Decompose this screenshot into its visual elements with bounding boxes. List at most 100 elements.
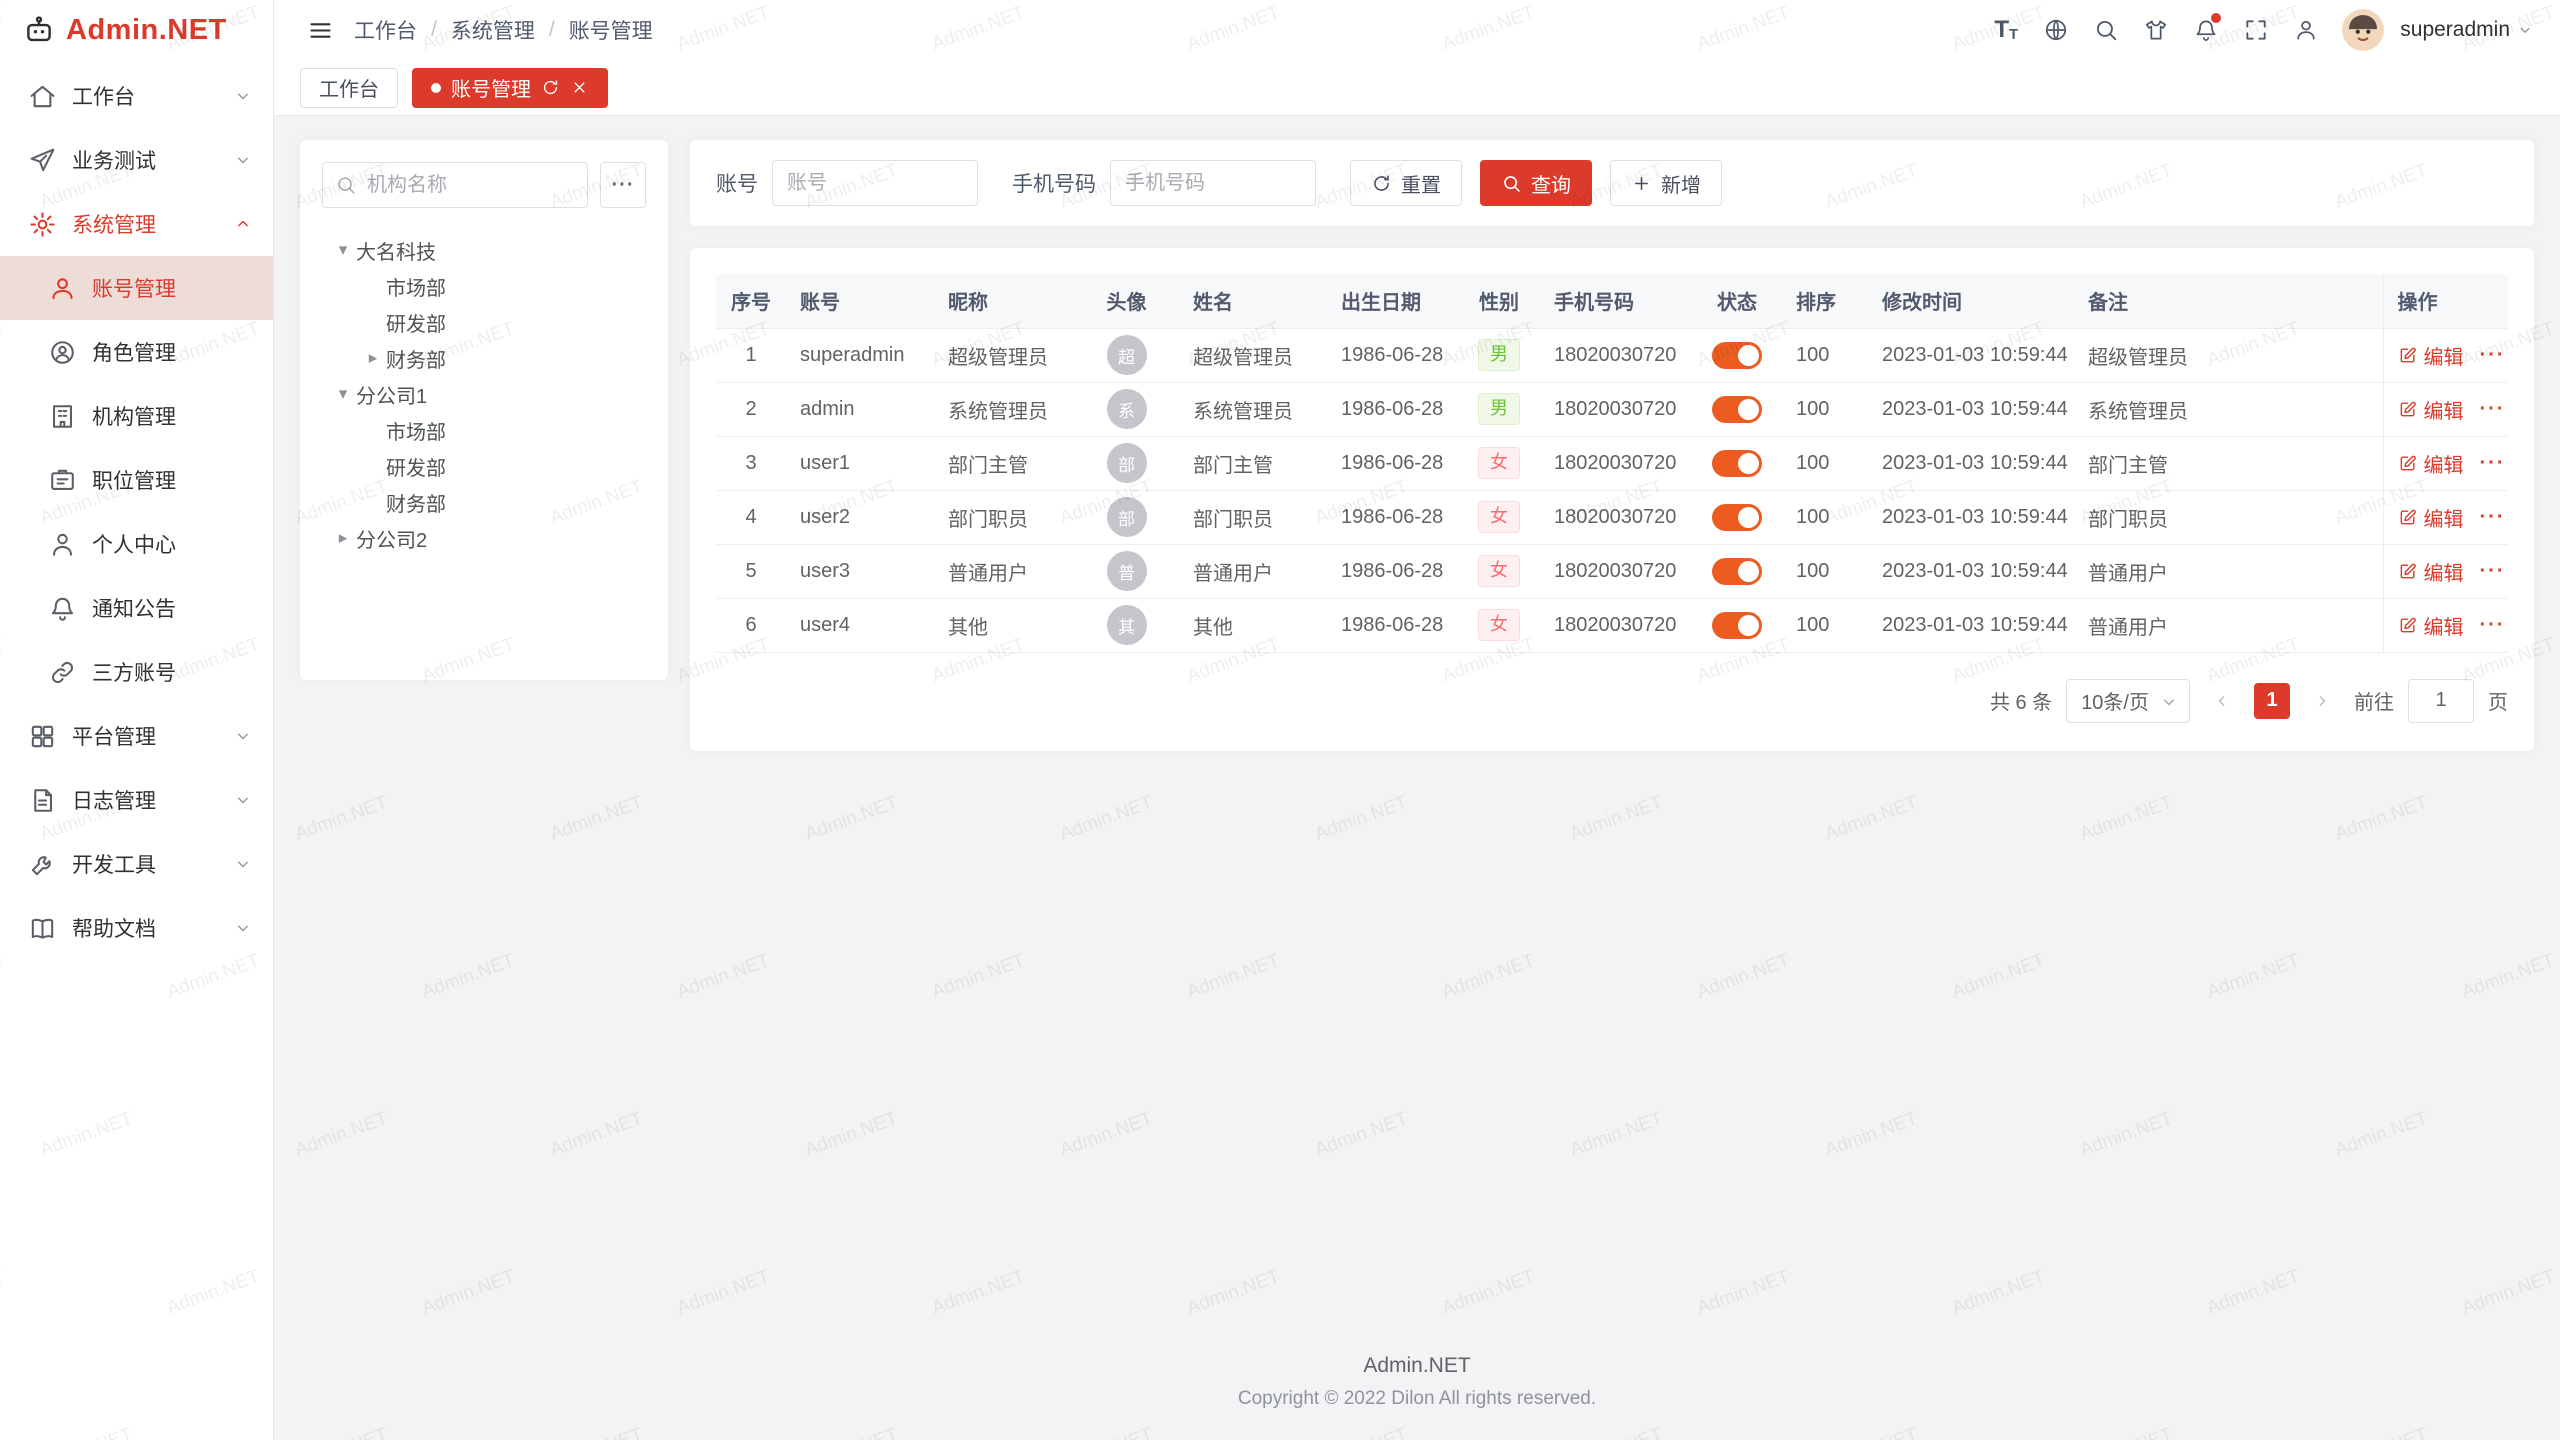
next-page-button[interactable]: [2304, 683, 2340, 719]
page-number-1[interactable]: 1: [2254, 683, 2290, 719]
chevron-down-icon: [2159, 692, 2179, 712]
org-more-button[interactable]: ···: [600, 162, 646, 208]
page-size-select[interactable]: 10条/页: [2066, 679, 2190, 723]
sidebar-item-log-manage[interactable]: 日志管理: [0, 768, 273, 832]
sidebar-item-position-manage[interactable]: 职位管理: [0, 448, 273, 512]
cell-remark: 系统管理员: [2074, 382, 2383, 436]
tab-account-manage[interactable]: 账号管理: [412, 68, 608, 108]
footer-title: Admin.NET: [274, 1354, 2560, 1378]
status-toggle[interactable]: [1712, 558, 1762, 585]
menu-collapse-button[interactable]: [300, 10, 340, 50]
row-more-button[interactable]: ···: [2480, 398, 2506, 420]
tree-node[interactable]: ▾分公司1: [322, 376, 646, 412]
row-more-button[interactable]: ···: [2480, 344, 2506, 366]
tree-node[interactable]: 财务部: [322, 484, 646, 520]
row-avatar: 部: [1107, 443, 1147, 483]
cell-name: 系统管理员: [1179, 382, 1327, 436]
profile-icon[interactable]: [2284, 8, 2328, 52]
tabs-bar: 工作台 账号管理: [274, 60, 2560, 116]
breadcrumb-item[interactable]: 工作台: [354, 15, 417, 45]
file-icon: [28, 786, 57, 815]
edit-button[interactable]: 编辑: [2398, 611, 2464, 640]
breadcrumb-item[interactable]: 系统管理: [451, 15, 535, 45]
goto-page-input[interactable]: [2408, 679, 2474, 723]
font-size-icon[interactable]: TT: [1984, 8, 2028, 52]
prev-page-button[interactable]: [2204, 683, 2240, 719]
tree-node[interactable]: 研发部: [322, 448, 646, 484]
reset-button[interactable]: 重置: [1350, 160, 1462, 206]
tree-node[interactable]: ▸财务部: [322, 340, 646, 376]
edit-button[interactable]: 编辑: [2398, 341, 2464, 370]
sidebar-item-third-account[interactable]: 三方账号: [0, 640, 273, 704]
user-avatar[interactable]: [2342, 9, 2384, 51]
status-toggle[interactable]: [1712, 504, 1762, 531]
cell-nickname: 系统管理员: [934, 382, 1074, 436]
tree-caret-right-icon[interactable]: ▸: [330, 528, 356, 548]
cell-index: 5: [716, 544, 786, 598]
tree-node[interactable]: 研发部: [322, 304, 646, 340]
status-toggle[interactable]: [1712, 342, 1762, 369]
cell-birthdate: 1986-06-28: [1327, 598, 1458, 652]
status-toggle[interactable]: [1712, 450, 1762, 477]
sidebar-item-personal-center[interactable]: 个人中心: [0, 512, 273, 576]
sidebar-item-platform-manage[interactable]: 平台管理: [0, 704, 273, 768]
add-button[interactable]: 新增: [1610, 160, 1722, 206]
fullscreen-icon[interactable]: [2234, 8, 2278, 52]
tab-workbench[interactable]: 工作台: [300, 68, 398, 108]
tree-node[interactable]: 市场部: [322, 412, 646, 448]
sidebar-item-workbench[interactable]: 工作台: [0, 64, 273, 128]
cell-order: 100: [1782, 490, 1868, 544]
tree-caret-right-icon[interactable]: ▸: [360, 348, 386, 368]
sidebar-item-help-docs[interactable]: 帮助文档: [0, 896, 273, 960]
row-more-button[interactable]: ···: [2480, 614, 2506, 636]
tree-node[interactable]: 市场部: [322, 268, 646, 304]
sidebar-item-account-manage[interactable]: 账号管理: [0, 256, 273, 320]
row-avatar: 超: [1107, 335, 1147, 375]
tab-label: 账号管理: [451, 73, 531, 102]
edit-button[interactable]: 编辑: [2398, 557, 2464, 586]
tab-refresh-icon[interactable]: [541, 78, 560, 97]
cell-operations: 编辑 ···: [2383, 490, 2508, 544]
cell-index: 3: [716, 436, 786, 490]
sidebar-item-system-manage[interactable]: 系统管理: [0, 192, 273, 256]
cell-name: 普通用户: [1179, 544, 1327, 598]
tab-close-icon[interactable]: [570, 78, 589, 97]
sidebar-item-dev-tools[interactable]: 开发工具: [0, 832, 273, 896]
cell-status: [1692, 490, 1782, 544]
column-header: 出生日期: [1327, 274, 1458, 328]
sidebar-item-business-test[interactable]: 业务测试: [0, 128, 273, 192]
cell-name: 其他: [1179, 598, 1327, 652]
cell-nickname: 普通用户: [934, 544, 1074, 598]
sidebar-item-org-manage[interactable]: 机构管理: [0, 384, 273, 448]
status-toggle[interactable]: [1712, 396, 1762, 423]
tree-node[interactable]: ▸分公司2: [322, 520, 646, 556]
sidebar-item-notice-manage[interactable]: 通知公告: [0, 576, 273, 640]
sidebar-item-role-manage[interactable]: 角色管理: [0, 320, 273, 384]
wrench-icon: [28, 850, 57, 879]
edit-button[interactable]: 编辑: [2398, 449, 2464, 478]
edit-button[interactable]: 编辑: [2398, 503, 2464, 532]
search-icon[interactable]: [2084, 8, 2128, 52]
org-search-input[interactable]: [322, 162, 588, 208]
tree-caret-down-icon[interactable]: ▾: [330, 384, 356, 404]
status-toggle[interactable]: [1712, 612, 1762, 639]
cell-phone: 18020030720: [1540, 544, 1692, 598]
role-icon: [48, 338, 77, 367]
account-filter-input[interactable]: [772, 160, 978, 206]
theme-icon[interactable]: [2134, 8, 2178, 52]
tree-node[interactable]: ▾大名科技: [322, 232, 646, 268]
cell-status: [1692, 436, 1782, 490]
user-menu[interactable]: superadmin: [2400, 18, 2534, 42]
notification-icon[interactable]: [2184, 8, 2228, 52]
brand-logo[interactable]: Admin.NET: [0, 0, 273, 60]
row-more-button[interactable]: ···: [2480, 560, 2506, 582]
row-more-button[interactable]: ···: [2480, 506, 2506, 528]
query-button[interactable]: 查询: [1480, 160, 1592, 206]
sidebar: Admin.NET 工作台业务测试系统管理账号管理角色管理机构管理职位管理个人中…: [0, 0, 274, 1440]
tree-caret-down-icon[interactable]: ▾: [330, 240, 356, 260]
row-more-button[interactable]: ···: [2480, 452, 2506, 474]
phone-filter-input[interactable]: [1110, 160, 1316, 206]
sidebar-item-label: 机构管理: [92, 401, 253, 431]
edit-button[interactable]: 编辑: [2398, 395, 2464, 424]
language-icon[interactable]: [2034, 8, 2078, 52]
